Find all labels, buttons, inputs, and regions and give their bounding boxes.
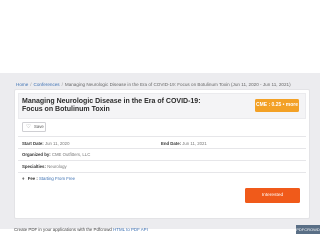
divider <box>18 172 306 173</box>
pdfcrowd-logo[interactable]: PDFCROWD <box>296 225 320 234</box>
page-title: Managing Neurologic Disease in the Era o… <box>22 98 201 114</box>
divider <box>18 136 306 137</box>
end-date-label: End Date: <box>161 141 182 146</box>
fee-value[interactable]: Starting From Free <box>39 176 75 181</box>
breadcrumb-home[interactable]: Home <box>16 82 28 87</box>
specialties-value: Neurology <box>47 164 67 169</box>
fee: ♦ Fee : Starting From Free <box>22 176 75 182</box>
interested-button[interactable]: Interested <box>245 188 300 203</box>
organized-by-value: CME Outfitters, LLC <box>51 152 91 157</box>
breadcrumb-conferences[interactable]: Conferences <box>34 82 60 87</box>
tag-icon: ♦ <box>22 176 25 182</box>
divider <box>18 148 306 149</box>
start-date: Start Date: Jun 11, 2020 <box>22 141 69 146</box>
save-button-label: Save <box>34 124 44 129</box>
footer-message: Create PDF in your applications with the… <box>14 227 112 232</box>
organized-by: Organized by: CME Outfitters, LLC <box>22 152 90 157</box>
title-box: Managing Neurologic Disease in the Era o… <box>18 93 306 119</box>
end-date-value: Jun 11, 2021 <box>182 141 207 146</box>
footer-api-link[interactable]: HTML to PDF API <box>113 227 148 232</box>
organized-by-label: Organized by: <box>22 152 51 157</box>
breadcrumb-current: Managing Neurologic Disease in the Era o… <box>64 82 291 87</box>
cme-badge[interactable]: CME : 0.25 • more <box>255 99 299 112</box>
specialties-label: Specialties: <box>22 164 46 169</box>
footer-text: Create PDF in your applications with the… <box>14 227 148 232</box>
breadcrumb-separator: / <box>61 82 63 87</box>
end-date: End Date: Jun 11, 2021 <box>161 141 207 146</box>
breadcrumb: Home / Conferences / Managing Neurologic Dis… <box>16 82 316 87</box>
save-button[interactable]: ♡ Save <box>22 122 46 132</box>
divider <box>18 160 306 161</box>
breadcrumb-separator: / <box>30 82 32 87</box>
fee-label: Fee : <box>27 176 38 181</box>
heart-icon: ♡ <box>26 124 31 130</box>
start-date-value: Jun 11, 2020 <box>44 141 70 146</box>
start-date-label: Start Date: <box>22 141 44 146</box>
specialties: Specialties: Neurology <box>22 164 67 169</box>
event-card: Managing Neurologic Disease in the Era o… <box>14 89 310 219</box>
